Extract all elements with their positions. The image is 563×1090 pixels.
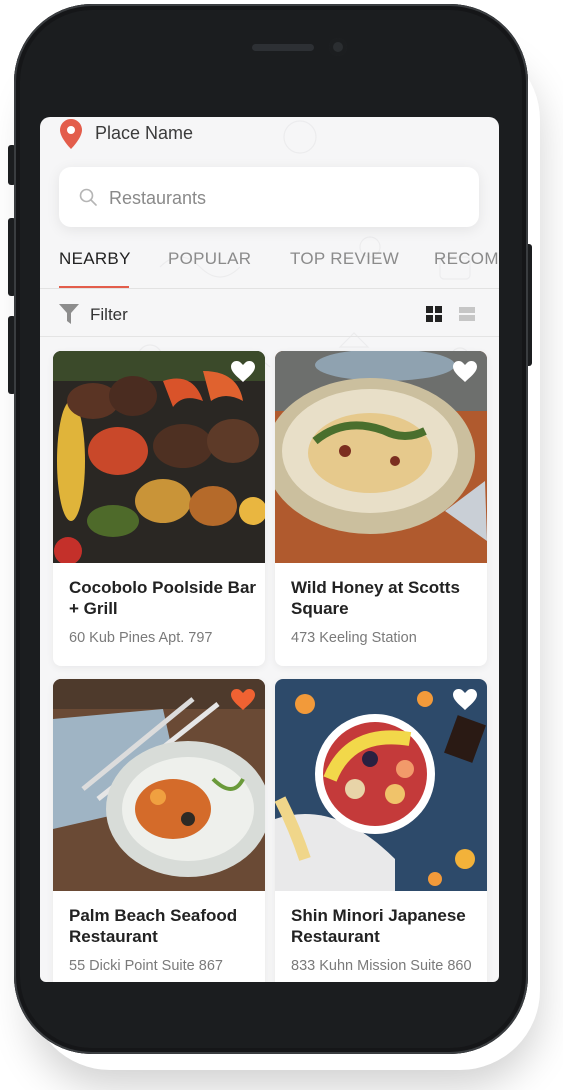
tab-popular[interactable]: POPULAR bbox=[168, 249, 251, 269]
search-input[interactable] bbox=[107, 185, 451, 211]
restaurant-card[interactable]: Shin Minori Japanese Restaurant 833 Kuhn… bbox=[275, 679, 487, 982]
location-bar[interactable]: Place Name bbox=[40, 117, 499, 153]
restaurant-name: Wild Honey at Scotts Square bbox=[291, 578, 460, 618]
restaurant-name: Cocobolo Poolside Bar + Grill bbox=[69, 578, 257, 618]
filter-divider bbox=[40, 336, 499, 337]
favorite-heart-icon[interactable] bbox=[453, 689, 477, 711]
restaurant-address: 60 Kub Pines Apt. 797 bbox=[69, 630, 213, 646]
restaurant-address: 833 Kuhn Mission Suite 860 bbox=[291, 958, 472, 974]
restaurant-name: Shin Minori Japanese Restaurant bbox=[291, 906, 466, 946]
filter-button[interactable]: Filter bbox=[90, 305, 128, 325]
restaurant-card[interactable]: Cocobolo Poolside Bar + Grill 60 Kub Pin… bbox=[53, 351, 265, 666]
grid-view-icon[interactable] bbox=[426, 306, 442, 322]
filter-bar: Filter bbox=[40, 289, 499, 337]
front-camera bbox=[329, 38, 347, 56]
favorite-heart-icon[interactable] bbox=[453, 361, 477, 383]
funnel-icon[interactable] bbox=[59, 304, 79, 324]
category-tabs: NEARBY POPULAR TOP REVIEW RECOMMENDED bbox=[40, 243, 499, 289]
search-bar[interactable] bbox=[59, 167, 479, 227]
speaker bbox=[252, 44, 314, 51]
map-pin-icon bbox=[60, 119, 82, 149]
place-name: Place Name bbox=[95, 123, 194, 143]
favorite-heart-icon[interactable] bbox=[231, 689, 255, 711]
app-screen: Place Name NEARBY POPULAR TOP REVIEW REC… bbox=[40, 117, 499, 982]
restaurant-card[interactable]: Wild Honey at Scotts Square 473 Keeling … bbox=[275, 351, 487, 666]
search-icon bbox=[79, 188, 97, 206]
tab-nearby[interactable]: NEARBY bbox=[59, 249, 131, 269]
favorite-heart-icon[interactable] bbox=[231, 361, 255, 383]
restaurant-address: 473 Keeling Station bbox=[291, 630, 417, 646]
tab-recommended[interactable]: RECOMMENDED bbox=[434, 249, 499, 269]
restaurant-name: Palm Beach Seafood Restaurant bbox=[69, 906, 238, 946]
restaurant-card[interactable]: Palm Beach Seafood Restaurant 55 Dicki P… bbox=[53, 679, 265, 982]
restaurant-address: 55 Dicki Point Suite 867 bbox=[69, 958, 223, 974]
tab-top-review[interactable]: TOP REVIEW bbox=[290, 249, 399, 269]
list-view-icon[interactable] bbox=[459, 306, 475, 322]
